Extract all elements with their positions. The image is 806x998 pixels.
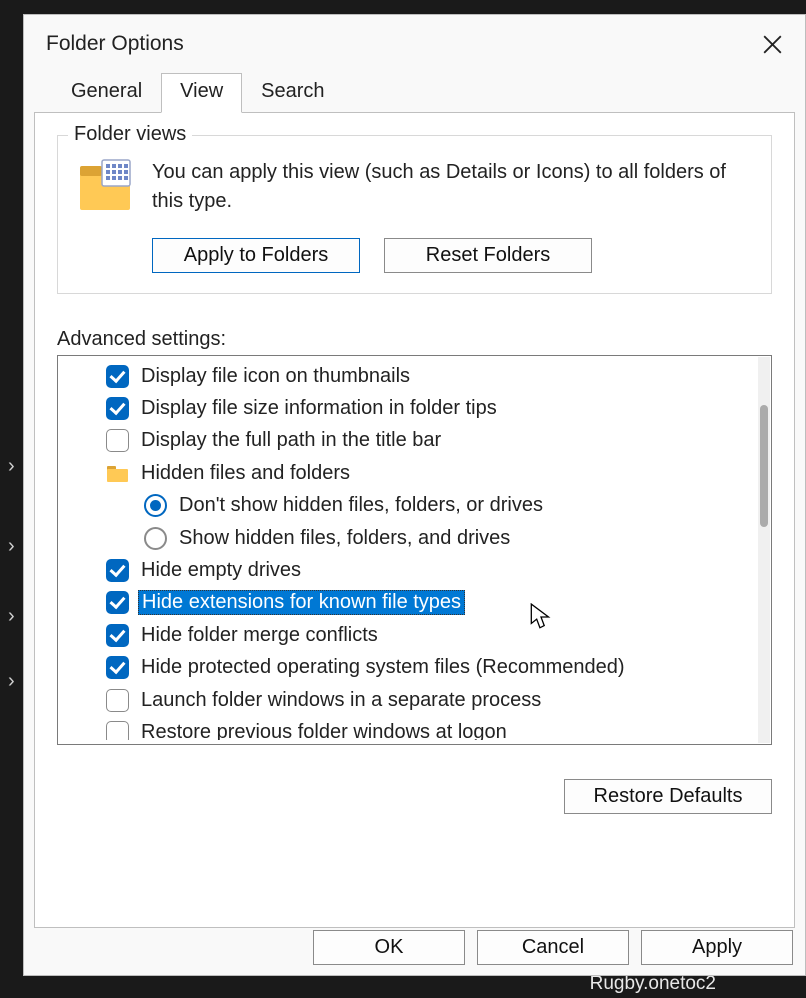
tab-general[interactable]: General xyxy=(52,73,161,112)
checkbox[interactable] xyxy=(106,656,129,679)
advanced-settings-list[interactable]: Display file icon on thumbnails Display f… xyxy=(57,355,772,745)
advanced-item[interactable]: Display file size information in folder … xyxy=(58,392,753,424)
folder-icon xyxy=(106,464,129,483)
close-button[interactable] xyxy=(755,27,789,61)
advanced-item[interactable]: Hide protected operating system files (R… xyxy=(58,652,753,684)
bg-chevron-icon: › xyxy=(8,670,15,693)
dialog-footer: OK Cancel Apply xyxy=(313,930,793,965)
advanced-item-label: Display file icon on thumbnails xyxy=(141,365,410,388)
folder-options-dialog: Folder Options General View Search Folde… xyxy=(23,14,806,976)
checkbox[interactable] xyxy=(106,624,129,647)
bg-chevron-icon: › xyxy=(8,605,15,628)
folder-views-group: Folder views xyxy=(57,135,772,294)
ok-button[interactable]: OK xyxy=(313,930,465,965)
restore-defaults-button[interactable]: Restore Defaults xyxy=(564,779,772,814)
close-icon xyxy=(763,35,782,54)
advanced-item[interactable]: Launch folder windows in a separate proc… xyxy=(58,684,753,716)
advanced-item-label: Hide extensions for known file types xyxy=(138,590,465,615)
cancel-button[interactable]: Cancel xyxy=(477,930,629,965)
advanced-item[interactable]: Restore previous folder windows at logon xyxy=(58,716,753,740)
advanced-item-label: Hide empty drives xyxy=(141,559,301,582)
advanced-item-label: Restore previous folder windows at logon xyxy=(141,721,507,740)
advanced-item[interactable]: Hide folder merge conflicts xyxy=(58,619,753,651)
folder-views-icon xyxy=(76,158,134,216)
advanced-settings-label: Advanced settings: xyxy=(57,328,772,351)
checkbox[interactable] xyxy=(106,721,129,740)
advanced-item-label: Hide protected operating system files (R… xyxy=(141,656,625,679)
advanced-item-label: Hide folder merge conflicts xyxy=(141,624,378,647)
tab-bar: General View Search xyxy=(52,73,805,112)
advanced-item-label: Hidden files and folders xyxy=(141,462,350,485)
advanced-item[interactable]: Hidden files and folders xyxy=(58,457,753,489)
checkbox[interactable] xyxy=(106,429,129,452)
advanced-item-label: Launch folder windows in a separate proc… xyxy=(141,689,541,712)
advanced-item[interactable]: Display file icon on thumbnails xyxy=(58,360,753,392)
advanced-item[interactable]: Display the full path in the title bar xyxy=(58,425,753,457)
advanced-item-label: Show hidden files, folders, and drives xyxy=(179,527,510,550)
scrollbar[interactable] xyxy=(758,357,770,743)
apply-button[interactable]: Apply xyxy=(641,930,793,965)
folder-views-legend: Folder views xyxy=(68,123,192,146)
titlebar: Folder Options xyxy=(24,15,805,73)
radio[interactable] xyxy=(144,494,167,517)
advanced-item[interactable]: Hide empty drives xyxy=(58,554,753,586)
background-file-name: Rugby.onetoc2 xyxy=(590,973,716,995)
advanced-item-label: Display file size information in folder … xyxy=(141,397,497,420)
advanced-item[interactable]: Hide extensions for known file types xyxy=(58,587,753,619)
apply-to-folders-button[interactable]: Apply to Folders xyxy=(152,238,360,273)
checkbox[interactable] xyxy=(106,365,129,388)
advanced-item-label: Don't show hidden files, folders, or dri… xyxy=(179,494,543,517)
radio[interactable] xyxy=(144,527,167,550)
tab-content-view: Folder views xyxy=(34,112,795,928)
advanced-item[interactable]: Don't show hidden files, folders, or dri… xyxy=(58,490,753,522)
checkbox[interactable] xyxy=(106,559,129,582)
reset-folders-button[interactable]: Reset Folders xyxy=(384,238,592,273)
checkbox[interactable] xyxy=(106,689,129,712)
bg-chevron-icon: › xyxy=(8,455,15,478)
advanced-item[interactable]: Show hidden files, folders, and drives xyxy=(58,522,753,554)
tab-search[interactable]: Search xyxy=(242,73,343,112)
dialog-title: Folder Options xyxy=(46,32,755,56)
advanced-item-label: Display the full path in the title bar xyxy=(141,429,441,452)
checkbox[interactable] xyxy=(106,397,129,420)
tab-view[interactable]: View xyxy=(161,73,242,113)
checkbox[interactable] xyxy=(106,591,129,614)
folder-views-description: You can apply this view (such as Details… xyxy=(152,158,753,216)
scrollbar-thumb[interactable] xyxy=(760,405,768,527)
bg-chevron-icon: › xyxy=(8,535,15,558)
